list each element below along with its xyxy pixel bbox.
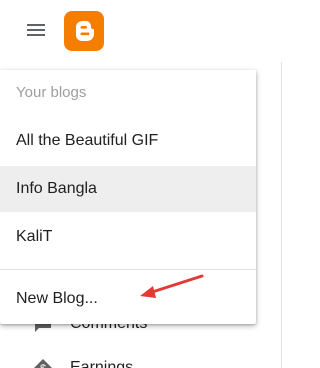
- blog-item-label: KaliT: [16, 228, 53, 245]
- new-blog-button[interactable]: New Blog...: [0, 277, 256, 321]
- blog-item-kalit[interactable]: KaliT: [0, 214, 256, 260]
- your-blogs-header: Your blogs: [16, 84, 87, 101]
- sidebar-item-label: Earnings: [70, 359, 134, 368]
- content-divider: [281, 62, 282, 368]
- hamburger-menu-icon: [27, 24, 45, 36]
- blogger-logo-icon[interactable]: [64, 11, 104, 51]
- new-blog-label: New Blog...: [16, 290, 98, 307]
- blogger-app: Comments $ Earnings Your blogs All the B…: [0, 0, 310, 368]
- earnings-icon: $: [33, 358, 53, 368]
- blog-switcher-menu: Your blogs All the Beautiful GIF Info Ba…: [0, 70, 256, 324]
- menu-separator: [0, 269, 256, 270]
- menu-button[interactable]: [20, 16, 52, 44]
- svg-text:$: $: [40, 363, 46, 368]
- blog-item-all-the-beautiful-gif[interactable]: All the Beautiful GIF: [0, 118, 256, 164]
- annotation-arrow-icon: [140, 274, 204, 298]
- blog-item-label: All the Beautiful GIF: [16, 132, 159, 149]
- sidebar-item-earnings[interactable]: $ Earnings: [33, 356, 133, 368]
- blog-item-info-bangla[interactable]: Info Bangla: [0, 166, 256, 212]
- blog-item-label: Info Bangla: [16, 180, 97, 197]
